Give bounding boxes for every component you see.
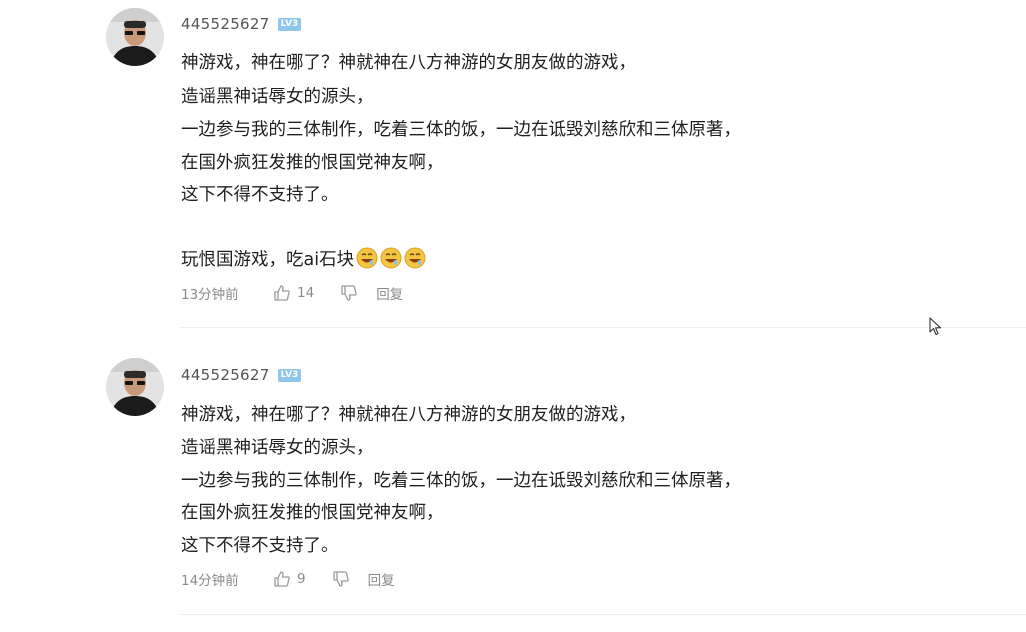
comment-meta: 14分钟前 9 回复 [181, 569, 395, 589]
like-button[interactable]: 9 [273, 570, 306, 588]
dislike-button[interactable] [332, 570, 350, 588]
username[interactable]: 445525627 [181, 366, 270, 384]
person-photo-icon [106, 358, 164, 416]
reply-button[interactable]: 回复 [376, 283, 403, 303]
comment-text-line: 在国外疯狂发推的恨国党神友啊， [181, 153, 444, 173]
thumbs-up-icon [274, 571, 290, 587]
comment-text-line: 神游戏，神在哪了？神就神在八方神游的女朋友做的游戏， [181, 405, 636, 425]
comment-text-line: 神游戏，神在哪了？神就神在八方神游的女朋友做的游戏， [181, 53, 636, 73]
divider [180, 614, 1026, 615]
grinning-drooling-emoji-icon [380, 247, 402, 269]
mouse-cursor-icon [929, 317, 942, 336]
level-badge: LV3 [277, 17, 302, 31]
comment-text-line: 这下不得不支持了。 [181, 536, 339, 556]
grinning-drooling-emoji-icon [356, 247, 378, 269]
comment-item: 445525627 LV3 神游戏，神在哪了？神就神在八方神游的女朋友做的游戏，… [0, 340, 1026, 632]
comment-text-line: 一边参与我的三体制作，吃着三体的饭，一边在诋毁刘慈欣和三体原著， [181, 471, 741, 491]
username[interactable]: 445525627 [181, 15, 270, 33]
username-row: 445525627 LV3 [181, 365, 302, 385]
like-count: 14 [297, 285, 315, 301]
avatar[interactable] [106, 358, 164, 416]
timestamp: 13分钟前 [181, 287, 239, 303]
divider [180, 327, 1026, 328]
comment-text-line: 这下不得不支持了。 [181, 185, 339, 205]
thumbs-down-icon [341, 285, 357, 301]
comment-meta: 13分钟前 14 回复 [181, 283, 403, 303]
username-row: 445525627 LV3 [181, 14, 302, 34]
avatar[interactable] [106, 8, 164, 66]
grinning-drooling-emoji-icon [404, 247, 426, 269]
comment-text-line: 造谣黑神话辱女的源头， [181, 438, 374, 458]
like-button[interactable]: 14 [273, 284, 314, 302]
dislike-button[interactable] [340, 284, 358, 302]
like-count: 9 [297, 571, 306, 587]
comment-text: 玩恨国游戏，吃ai石块 [181, 250, 355, 270]
thumbs-down-icon [332, 571, 349, 587]
comment-text-line: 一边参与我的三体制作，吃着三体的饭，一边在诋毁刘慈欣和三体原著， [181, 120, 741, 140]
thumbs-up-icon [274, 285, 290, 301]
reply-button[interactable]: 回复 [368, 569, 395, 589]
timestamp: 14分钟前 [181, 573, 239, 589]
comment-text-line: 造谣黑神话辱女的源头， [181, 87, 374, 107]
comment-text-line: 在国外疯狂发推的恨国党神友啊， [181, 503, 444, 523]
person-photo-icon [106, 8, 164, 66]
comment-text-line-with-emoji: 玩恨国游戏，吃ai石块 [181, 247, 426, 271]
comment-item: 445525627 LV3 神游戏，神在哪了？神就神在八方神游的女朋友做的游戏，… [0, 0, 1026, 330]
level-badge: LV3 [277, 368, 302, 382]
